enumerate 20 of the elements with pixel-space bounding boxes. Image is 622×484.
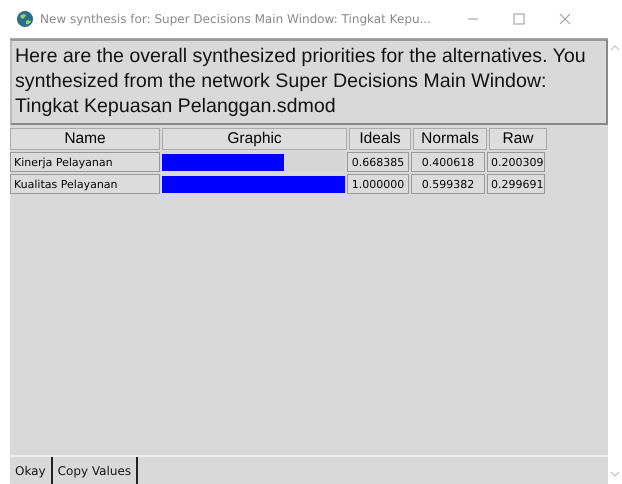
table-cell: 0.400618 [411, 152, 485, 172]
table-cell: Kinerja Pelayanan [10, 152, 160, 172]
globe-icon [16, 10, 34, 28]
maximize-icon[interactable] [513, 13, 525, 25]
message-text: Here are the overall synthesized priorities for the alternatives. You synthesized from the network Super Decisions Main Window: Tingkat Kepuasan Pelanggan.sdmod [10, 39, 608, 125]
table-cell: 0.599382 [411, 174, 485, 194]
column-header: Raw [489, 128, 547, 150]
table-cell: 1.000000 [347, 174, 409, 194]
column-header: Normals [413, 128, 487, 150]
table-cell: 0.668385 [347, 152, 409, 172]
column-header: Ideals [349, 128, 411, 150]
table-cell: Kualitas Pelayanan [10, 174, 160, 194]
window-title: New synthesis for: Super Decisions Main Window: Tingkat Kepu... [40, 12, 431, 26]
column-header: Name [10, 128, 160, 150]
table-cell: 0.200309 [487, 152, 545, 172]
close-icon[interactable] [559, 13, 571, 25]
scroll-up-icon[interactable] [610, 44, 620, 52]
column-header: Graphic [162, 128, 347, 150]
table-cell: 0.299691 [487, 174, 545, 194]
scroll-down-icon[interactable] [610, 470, 620, 478]
